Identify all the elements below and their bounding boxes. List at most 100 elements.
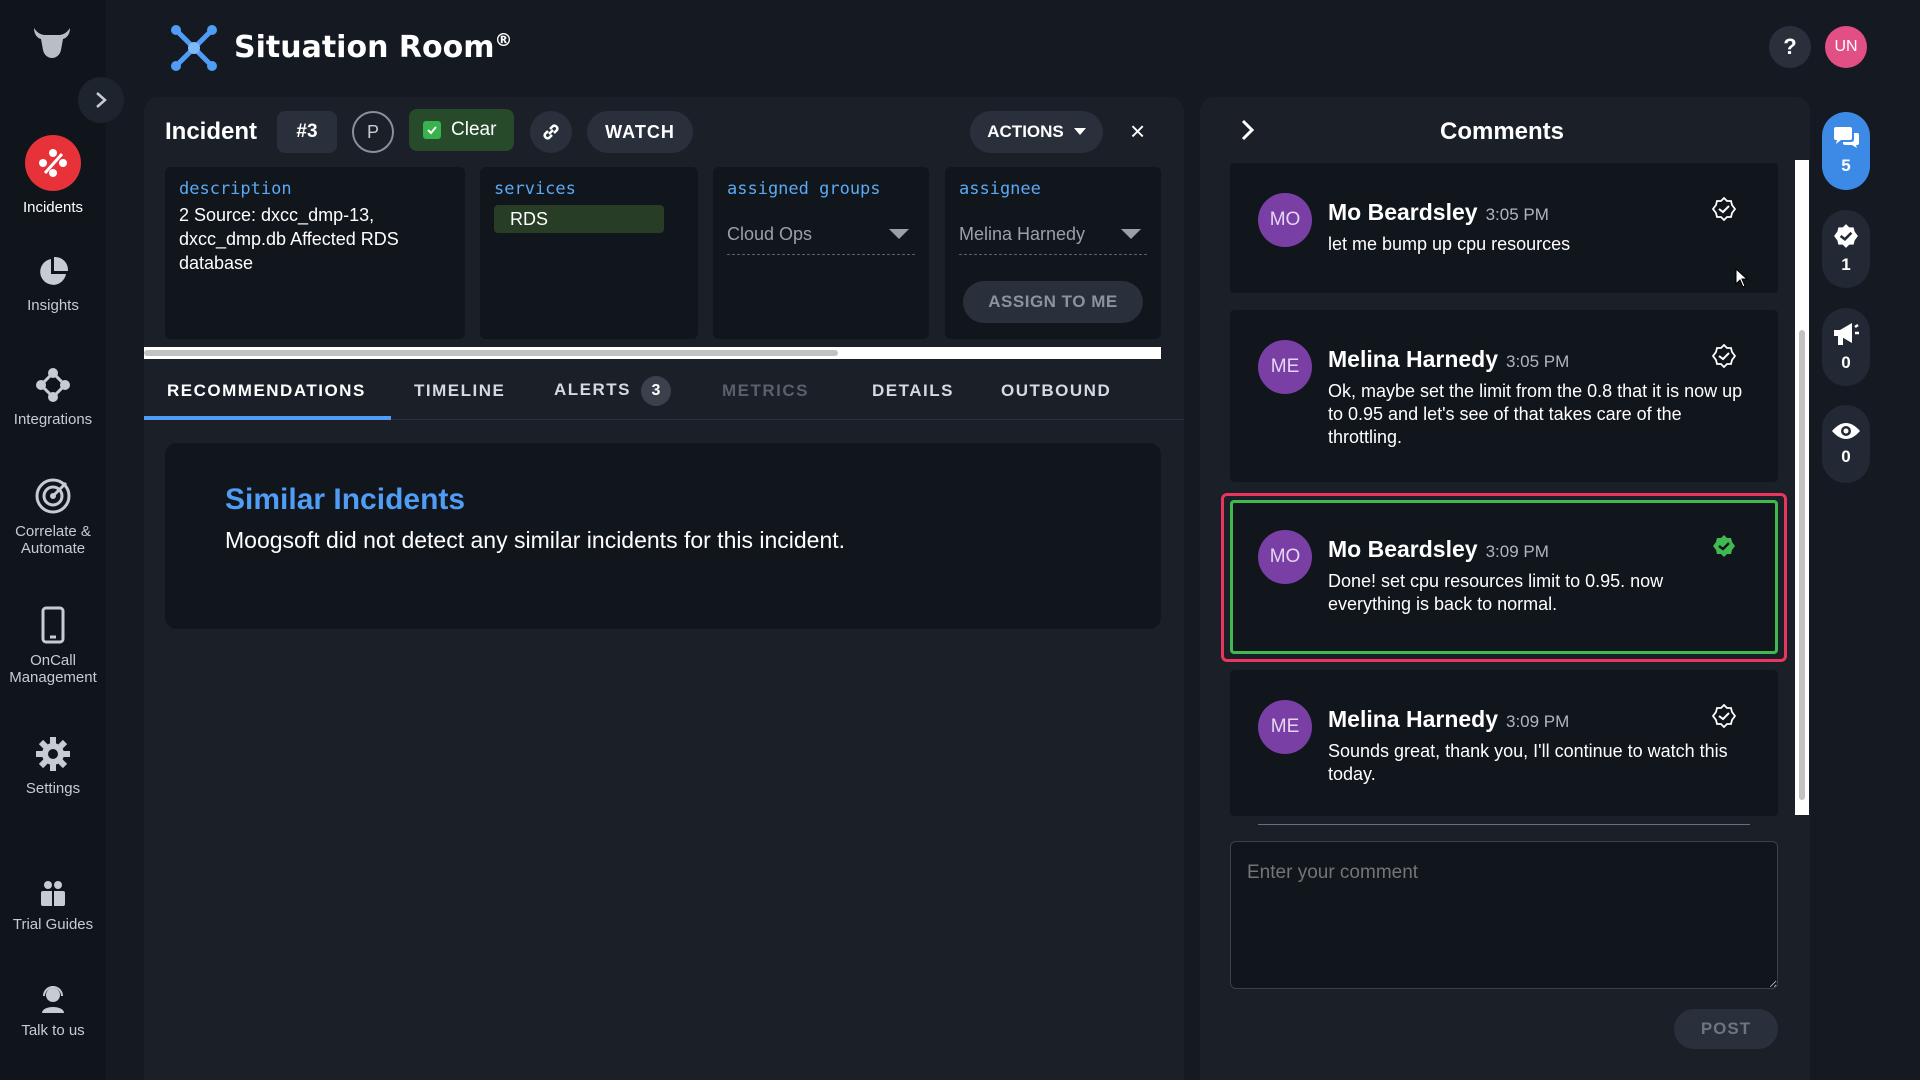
comment-text: Done! set cpu resources limit to 0.95. n…: [1328, 571, 1664, 614]
nav-item-incidents[interactable]: Incidents: [0, 135, 106, 216]
description-text: 2 Source: dxcc_dmp-13, dxcc_dmp.db Affec…: [179, 205, 399, 273]
scrollbar-thumb[interactable]: [144, 350, 838, 356]
tab-alerts-label: ALERTS: [554, 380, 631, 399]
avatar: ME: [1258, 700, 1312, 754]
verified-badge-icon: [1834, 224, 1858, 248]
nav-item-integrations[interactable]: Integrations: [0, 367, 106, 428]
service-tag[interactable]: RDS: [494, 205, 664, 233]
horizontal-scrollbar[interactable]: [144, 347, 1161, 359]
rail-comments-button[interactable]: 5: [1822, 112, 1870, 190]
tab-recommendations[interactable]: RECOMMENDATIONS: [167, 381, 366, 401]
watch-button[interactable]: WATCH: [587, 111, 693, 153]
help-button[interactable]: ?: [1769, 26, 1811, 68]
link-button[interactable]: [530, 111, 572, 153]
nav-item-insights[interactable]: Insights: [0, 255, 106, 314]
nav-label: Incidents: [22, 199, 84, 216]
comments-count: 5: [1841, 156, 1851, 175]
post-button[interactable]: POST: [1674, 1009, 1778, 1049]
nav-label: Insights: [27, 297, 79, 314]
assignee-card: assignee Melina Harnedy ASSIGN TO ME: [945, 167, 1161, 339]
tab-timeline[interactable]: TIMELINE: [414, 381, 505, 401]
description-card: description 2 Source: dxcc_dmp-13, dxcc_…: [165, 167, 465, 339]
similar-incidents-card: Similar Incidents Moogsoft did not detec…: [165, 443, 1161, 629]
comment-time: 3:05 PM: [1485, 205, 1549, 224]
comment-text: Sounds great, thank you, I'll continue t…: [1328, 741, 1728, 784]
rail-watchers-button[interactable]: 0: [1822, 405, 1870, 483]
left-navigation: Incidents Insights Integrations Correlat…: [0, 0, 106, 1080]
services-card: services RDS: [480, 167, 698, 339]
expand-nav-button[interactable]: [78, 77, 124, 123]
nav-item-settings[interactable]: Settings: [0, 736, 106, 797]
tab-outbound[interactable]: OUTBOUND: [1001, 381, 1111, 401]
bull-logo-icon[interactable]: [30, 20, 74, 64]
description-label: description: [179, 179, 292, 199]
mark-resolution-icon[interactable]: [1712, 704, 1736, 728]
comments-divider: [1258, 824, 1750, 825]
resolutions-count: 1: [1841, 255, 1851, 274]
nav-item-correlate-automate[interactable]: Correlate & Automate: [0, 477, 106, 557]
mark-resolution-icon[interactable]: [1712, 344, 1736, 368]
comments-title: Comments: [1440, 118, 1565, 145]
nav-label: OnCall Management: [9, 652, 97, 686]
assignee-select[interactable]: Melina Harnedy: [959, 219, 1147, 255]
guide-icon: [41, 881, 65, 906]
phone-icon: [41, 606, 65, 644]
tab-alerts[interactable]: ALERTS 3: [554, 376, 671, 406]
similar-incidents-title: Similar Incidents: [225, 483, 466, 516]
comment-author: Mo Beardsley 3:09 PM: [1328, 536, 1549, 562]
actions-dropdown[interactable]: ACTIONS: [970, 111, 1103, 153]
comment-time: 3:05 PM: [1506, 352, 1570, 371]
resolved-check-icon[interactable]: [1712, 534, 1736, 558]
nav-label: Correlate & Automate: [15, 523, 91, 557]
assigned-groups-value: Cloud Ops: [727, 224, 813, 244]
close-icon[interactable]: ×: [1130, 116, 1145, 147]
mouse-cursor-icon: [1735, 268, 1749, 288]
caret-down-icon: [889, 229, 909, 239]
support-icon: [42, 986, 64, 1013]
eye-icon: [1832, 423, 1860, 439]
priority-button[interactable]: P: [352, 111, 394, 153]
nav-item-trial-guides[interactable]: Trial Guides: [0, 878, 106, 933]
watchers-count: 0: [1841, 447, 1851, 466]
comments-icon: [1834, 127, 1859, 148]
incidents-icon: [25, 135, 81, 191]
checkbox-icon: [423, 121, 441, 139]
avatar: MO: [1258, 193, 1312, 247]
avatar: MO: [1258, 530, 1312, 584]
app-title: Situation Room®: [234, 30, 513, 65]
avatar: ME: [1258, 340, 1312, 394]
collapse-comments-chevron-icon[interactable]: [1238, 117, 1258, 143]
gear-icon: [36, 737, 70, 771]
rail-announcements-button[interactable]: 0: [1822, 308, 1870, 386]
rail-resolutions-button[interactable]: 1: [1822, 210, 1870, 288]
comments-scrollbar[interactable]: [1795, 160, 1809, 815]
status-label: Clear: [451, 119, 497, 140]
comment-item: ME Melina Harnedy 3:05 PM Ok, maybe set t…: [1230, 310, 1778, 482]
target-icon: [35, 478, 71, 514]
comment-text: Ok, maybe set the limit from the 0.8 tha…: [1328, 381, 1743, 447]
incident-tabs: RECOMMENDATIONS TIMELINE ALERTS 3 METRICS…: [144, 372, 1184, 420]
assigned-groups-select[interactable]: Cloud Ops: [727, 219, 915, 255]
similar-incidents-text: Moogsoft did not detect any similar inci…: [225, 527, 846, 553]
comment-author: Melina Harnedy 3:05 PM: [1328, 346, 1570, 372]
assigned-groups-card: assigned groups Cloud Ops: [713, 167, 929, 339]
nav-label: Trial Guides: [12, 916, 94, 933]
incident-number-badge: #3: [277, 111, 337, 153]
scrollbar-thumb[interactable]: [1799, 330, 1805, 800]
link-icon: [543, 124, 559, 140]
caret-down-icon: [1073, 128, 1086, 135]
comment-input[interactable]: [1230, 841, 1778, 989]
status-clear-button[interactable]: Clear: [409, 109, 514, 151]
user-avatar[interactable]: UN: [1825, 26, 1867, 68]
comment-author: Mo Beardsley 3:05 PM: [1328, 199, 1549, 225]
mark-resolution-icon[interactable]: [1712, 197, 1736, 221]
nav-item-talk-to-us[interactable]: Talk to us: [0, 984, 106, 1039]
tab-details[interactable]: DETAILS: [872, 381, 954, 401]
comment-text: let me bump up cpu resources: [1328, 234, 1571, 254]
comment-time: 3:09 PM: [1506, 712, 1570, 731]
incident-title: Incident: [165, 118, 258, 145]
help-icon: ?: [1783, 34, 1797, 59]
assign-to-me-button[interactable]: ASSIGN TO ME: [963, 281, 1143, 323]
nav-label: Integrations: [13, 411, 93, 428]
nav-item-oncall[interactable]: OnCall Management: [0, 606, 106, 686]
